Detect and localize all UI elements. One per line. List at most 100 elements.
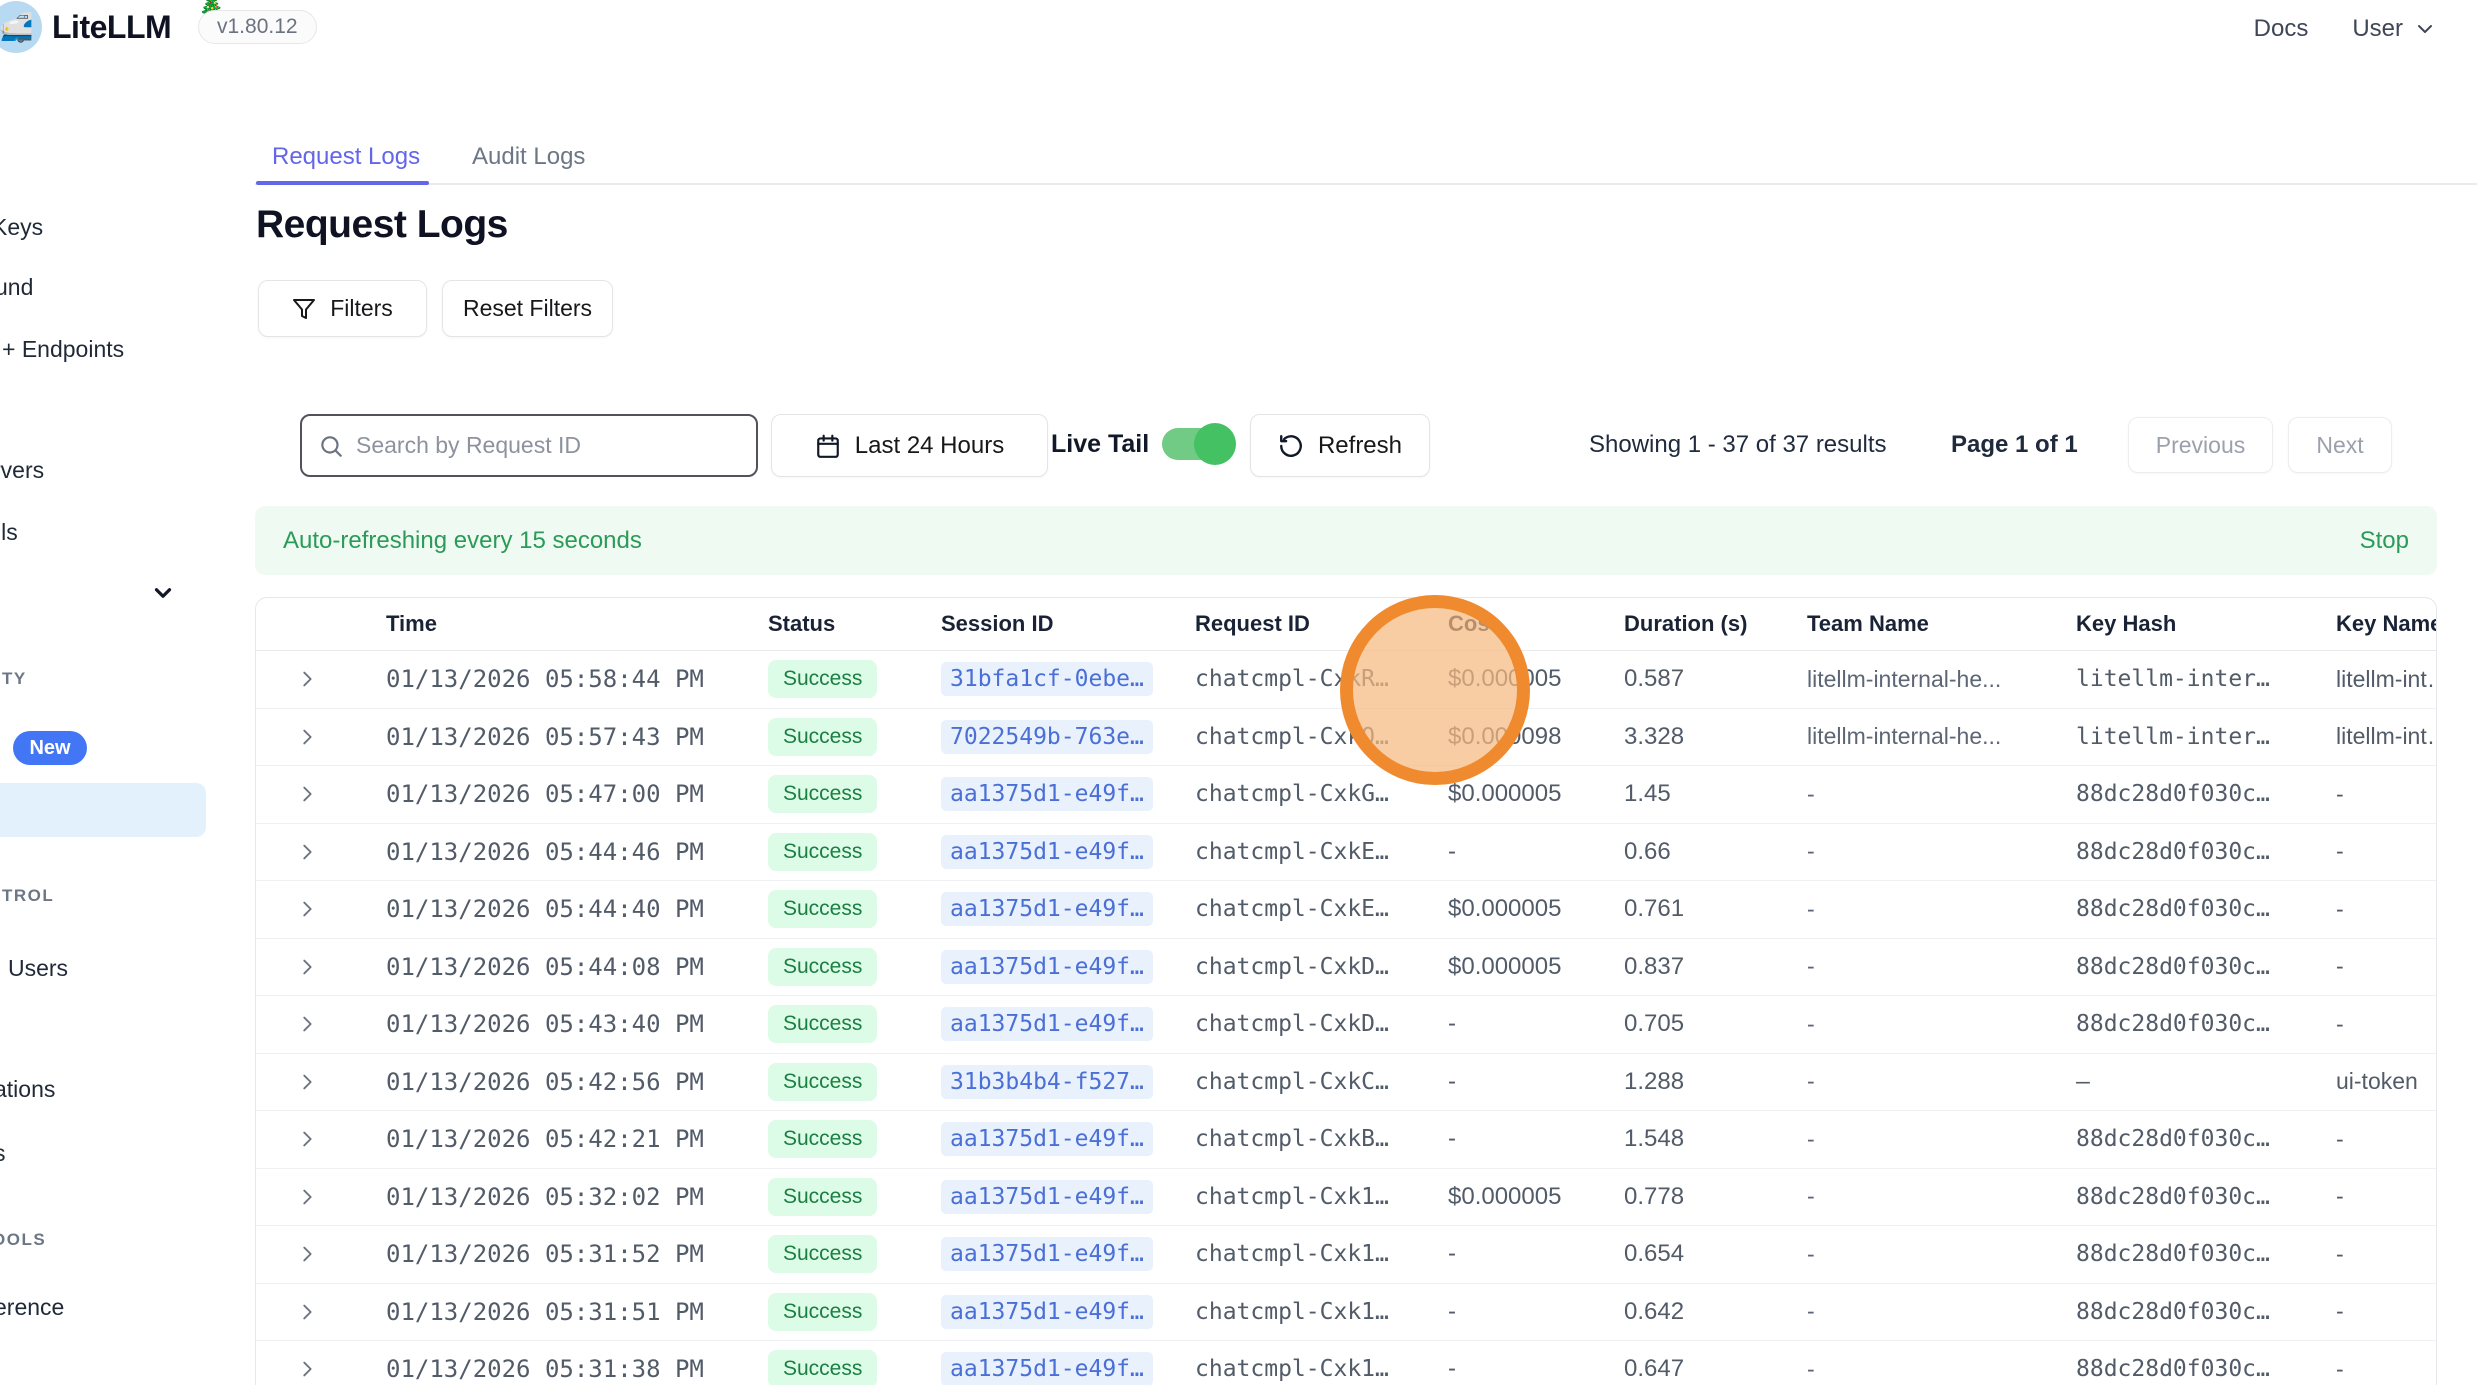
log-time: 01/13/2026 05:44:08 PM [386, 953, 704, 981]
request-id: chatcmpl-CxkD… [1195, 1011, 1389, 1037]
refresh-button[interactable]: Refresh [1250, 414, 1430, 477]
reset-filters-button[interactable]: Reset Filters [442, 280, 613, 337]
team-name: - [1807, 1356, 1815, 1382]
sidebar-item-guardrails[interactable]: ils [0, 519, 18, 546]
time-range-button[interactable]: Last 24 Hours [771, 414, 1048, 477]
row-expand-chevron-icon[interactable] [296, 898, 341, 920]
sidebar-item-keys[interactable]: Keys [0, 214, 43, 241]
col-header-duration: Duration (s) [1621, 611, 1806, 637]
brand-title: LiteLLM [52, 9, 171, 46]
tab-audit-logs[interactable]: Audit Logs [472, 143, 585, 171]
key-hash: litellm-inter… [2076, 666, 2270, 692]
table-row[interactable]: 01/13/2026 05:42:56 PM Success 31b3b4b4-… [256, 1054, 2436, 1112]
row-expand-chevron-icon[interactable] [296, 841, 341, 863]
table-row[interactable]: 01/13/2026 05:42:21 PM Success aa1375d1-… [256, 1111, 2436, 1169]
table-row[interactable]: 01/13/2026 05:44:40 PM Success aa1375d1-… [256, 881, 2436, 939]
sidebar-item-organizations[interactable]: ations [0, 1076, 55, 1103]
live-tail-toggle[interactable] [1162, 428, 1228, 460]
table-row[interactable]: 01/13/2026 05:44:08 PM Success aa1375d1-… [256, 939, 2436, 997]
next-page-button[interactable]: Next [2288, 417, 2392, 473]
table-row[interactable]: 01/13/2026 05:31:38 PM Success aa1375d1-… [256, 1341, 2436, 1385]
request-id: chatcmpl-CxkE… [1195, 896, 1389, 922]
duration-value: 0.647 [1624, 1355, 1684, 1382]
sidebar-item-teams[interactable]: s [0, 1140, 6, 1167]
log-time: 01/13/2026 05:31:51 PM [386, 1298, 704, 1326]
row-expand-chevron-icon[interactable] [296, 1071, 341, 1093]
session-id-link[interactable]: aa1375d1-e49f… [941, 835, 1153, 869]
session-id-link[interactable]: aa1375d1-e49f… [941, 950, 1153, 984]
col-header-team-name: Team Name [1806, 611, 2076, 637]
duration-value: 1.45 [1624, 780, 1671, 807]
table-header-row: Time Status Session ID Request ID Cost D… [256, 598, 2436, 651]
sidebar-collapse-chevron-icon[interactable] [150, 580, 176, 606]
page-indicator: Page 1 of 1 [1951, 431, 2078, 459]
sidebar-item-servers[interactable]: rvers [0, 457, 44, 484]
session-id-link[interactable]: aa1375d1-e49f… [941, 1007, 1153, 1041]
tab-request-logs[interactable]: Request Logs [272, 143, 420, 171]
table-row[interactable]: 01/13/2026 05:31:51 PM Success aa1375d1-… [256, 1284, 2436, 1342]
request-id: chatcmpl-CxkE… [1195, 839, 1389, 865]
session-id-link[interactable]: aa1375d1-e49f… [941, 1352, 1153, 1385]
sidebar-item-api-reference[interactable]: erence [0, 1294, 64, 1321]
docs-link[interactable]: Docs [2254, 15, 2309, 43]
status-badge: Success [768, 1120, 877, 1158]
litellm-logo-icon: 🚅 [0, 1, 42, 53]
table-row[interactable]: 01/13/2026 05:43:40 PM Success aa1375d1-… [256, 996, 2436, 1054]
duration-value: 1.548 [1624, 1125, 1684, 1152]
duration-value: 0.587 [1624, 665, 1684, 692]
key-hash: 88dc28d0f030c… [2076, 1184, 2270, 1210]
table-row[interactable]: 01/13/2026 05:31:52 PM Success aa1375d1-… [256, 1226, 2436, 1284]
row-expand-chevron-icon[interactable] [296, 1013, 341, 1035]
table-row[interactable]: 01/13/2026 05:58:44 PM Success 31bfa1cf-… [256, 651, 2436, 709]
table-row[interactable]: 01/13/2026 05:32:02 PM Success aa1375d1-… [256, 1169, 2436, 1227]
log-time: 01/13/2026 05:44:46 PM [386, 838, 704, 866]
session-id-link[interactable]: aa1375d1-e49f… [941, 1237, 1153, 1271]
sidebar-item-logs-selected[interactable] [0, 783, 206, 837]
user-menu[interactable]: User [2352, 15, 2437, 43]
session-id-link[interactable]: 7022549b-763e… [941, 720, 1153, 754]
session-id-link[interactable]: 31bfa1cf-0ebe… [941, 662, 1153, 696]
search-input[interactable] [356, 432, 716, 459]
chevron-down-icon [2413, 17, 2437, 41]
cost-value: $0.000005 [1448, 953, 1561, 980]
log-time: 01/13/2026 05:42:56 PM [386, 1068, 704, 1096]
session-id-link[interactable]: aa1375d1-e49f… [941, 1180, 1153, 1214]
row-expand-chevron-icon[interactable] [296, 726, 341, 748]
row-expand-chevron-icon[interactable] [296, 1128, 341, 1150]
row-expand-chevron-icon[interactable] [296, 1186, 341, 1208]
key-hash: litellm-inter… [2076, 724, 2270, 750]
table-row[interactable]: 01/13/2026 05:47:00 PM Success aa1375d1-… [256, 766, 2436, 824]
row-expand-chevron-icon[interactable] [296, 668, 341, 690]
key-hash: 88dc28d0f030c… [2076, 1356, 2270, 1382]
previous-page-button[interactable]: Previous [2128, 417, 2273, 473]
row-expand-chevron-icon[interactable] [296, 1358, 341, 1380]
table-row[interactable]: 01/13/2026 05:44:46 PM Success aa1375d1-… [256, 824, 2436, 882]
key-hash: – [2076, 1069, 2090, 1095]
session-id-link[interactable]: 31b3b4b4-f527… [941, 1065, 1153, 1099]
table-row[interactable]: 01/13/2026 05:57:43 PM Success 7022549b-… [256, 709, 2436, 767]
session-id-link[interactable]: aa1375d1-e49f… [941, 1295, 1153, 1329]
row-expand-chevron-icon[interactable] [296, 1301, 341, 1323]
sidebar-item-models-endpoints[interactable]: + Endpoints [2, 336, 124, 363]
status-badge: Success [768, 718, 877, 756]
filters-button[interactable]: Filters [258, 280, 427, 337]
session-id-link[interactable]: aa1375d1-e49f… [941, 892, 1153, 926]
duration-value: 0.66 [1624, 838, 1671, 865]
sidebar-item-playground[interactable]: und [0, 274, 33, 301]
stop-auto-refresh-button[interactable]: Stop [2360, 527, 2409, 555]
sidebar-item-users[interactable]: Users [8, 955, 68, 982]
row-expand-chevron-icon[interactable] [296, 783, 341, 805]
cost-value: - [1448, 1355, 1456, 1382]
row-expand-chevron-icon[interactable] [296, 1243, 341, 1265]
cost-value: $0.000098 [1448, 723, 1561, 750]
key-hash: 88dc28d0f030c… [2076, 1299, 2270, 1325]
key-name: litellm-int… [2336, 666, 2436, 692]
key-name: litellm-int… [2336, 723, 2436, 749]
row-expand-chevron-icon[interactable] [296, 956, 341, 978]
cost-value: $0.000005 [1448, 895, 1561, 922]
session-id-link[interactable]: aa1375d1-e49f… [941, 777, 1153, 811]
session-id-link[interactable]: aa1375d1-e49f… [941, 1122, 1153, 1156]
cost-value: - [1448, 1010, 1456, 1037]
duration-value: 0.837 [1624, 953, 1684, 980]
duration-value: 0.642 [1624, 1298, 1684, 1325]
